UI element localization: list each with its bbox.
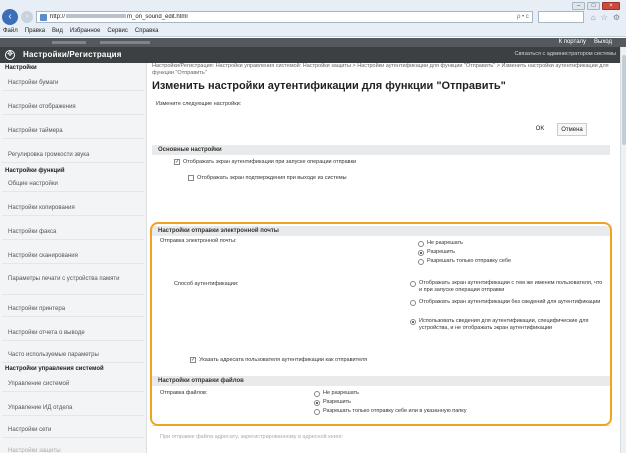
- basic-settings-header: Основные настройки: [152, 145, 610, 155]
- menu-file[interactable]: Файл: [3, 28, 18, 34]
- sidebar-item-system-management[interactable]: Управление системой: [2, 376, 144, 392]
- menu-favorites[interactable]: Избранное: [70, 28, 100, 34]
- show-confirm-on-logout-checkbox[interactable]: [188, 175, 194, 181]
- sidebar-item-fax[interactable]: Настройки факса: [2, 224, 144, 240]
- sidebar-item-paper[interactable]: Настройки бумаги: [2, 75, 144, 91]
- sidebar-item-favorites[interactable]: Часто используемые параметры: [2, 347, 144, 363]
- sidebar-item-output-report[interactable]: Настройки отчета о выводе: [2, 325, 144, 341]
- browser-menu-bar: Файл Правка Вид Избранное Сервис Справка: [3, 28, 158, 34]
- sidebar-group-settings: Настройки: [5, 65, 37, 71]
- instruction-text: Измените следующие настройки:: [156, 101, 242, 107]
- breadcrumb: Настройки/Регистрация: Настройки управле…: [152, 63, 609, 76]
- page-title: Изменить настройки аутентификации для фу…: [152, 80, 506, 92]
- sidebar-item-volume[interactable]: Регулировка громкости звука: [2, 147, 144, 163]
- sidebar-item-copy[interactable]: Настройки копирования: [2, 200, 144, 216]
- sidebar-item-timer[interactable]: Настройки таймера: [2, 123, 144, 139]
- menu-edit[interactable]: Правка: [25, 28, 45, 34]
- cancel-button[interactable]: Отмена: [557, 123, 587, 136]
- address-book-note: При отправке файла адресату, зарегистрир…: [160, 434, 344, 440]
- back-button[interactable]: ‹: [2, 9, 18, 25]
- sidebar-item-security[interactable]: Настройки защиты: [2, 443, 144, 453]
- sidebar-item-network[interactable]: Настройки сети: [2, 422, 144, 438]
- show-confirm-on-logout-label: Отображать экран подтверждения при выход…: [197, 175, 347, 181]
- sidebar-item-department-id[interactable]: Управление ИД отдела: [2, 400, 144, 416]
- url-prefix: http://: [50, 14, 66, 20]
- highlight-frame: [150, 222, 612, 426]
- app-title: Настройки/Регистрация: [23, 50, 122, 59]
- show-confirm-on-logout-row[interactable]: Отображать экран подтверждения при выход…: [188, 175, 347, 181]
- show-auth-on-start-checkbox[interactable]: ✓: [174, 159, 180, 165]
- sidebar-item-printer[interactable]: Настройки принтера: [2, 301, 144, 317]
- show-auth-on-start-label: Отображать экран аутентификации при запу…: [183, 159, 357, 165]
- menu-tools[interactable]: Сервис: [107, 28, 128, 34]
- sidebar-group-system: Настройки управления системой: [5, 366, 104, 372]
- redacted-device-info: [100, 41, 150, 44]
- settings-logo-icon: ✥: [5, 50, 15, 60]
- sidebar-group-functions: Настройки функций: [5, 168, 65, 174]
- sidebar: Настройки Настройки бумаги Настройки ото…: [0, 63, 147, 453]
- page-icon: [40, 13, 47, 21]
- redacted-device-name: [52, 41, 86, 44]
- sidebar-item-memory-print[interactable]: Параметры печати с устройства памяти: [2, 271, 144, 295]
- redacted-host: [66, 14, 127, 19]
- scroll-thumb[interactable]: [622, 55, 626, 145]
- sidebar-item-scan[interactable]: Настройки сканирования: [2, 248, 144, 264]
- forward-button[interactable]: ›: [21, 11, 33, 23]
- sidebar-item-general[interactable]: Общие настройки: [2, 176, 144, 192]
- show-auth-on-start-row[interactable]: ✓ Отображать экран аутентификации при за…: [174, 159, 356, 165]
- sidebar-item-display[interactable]: Настройки отображения: [2, 99, 144, 115]
- page-scrollbar[interactable]: [620, 47, 626, 453]
- ok-button[interactable]: OK: [525, 123, 555, 136]
- menu-view[interactable]: Вид: [52, 28, 63, 34]
